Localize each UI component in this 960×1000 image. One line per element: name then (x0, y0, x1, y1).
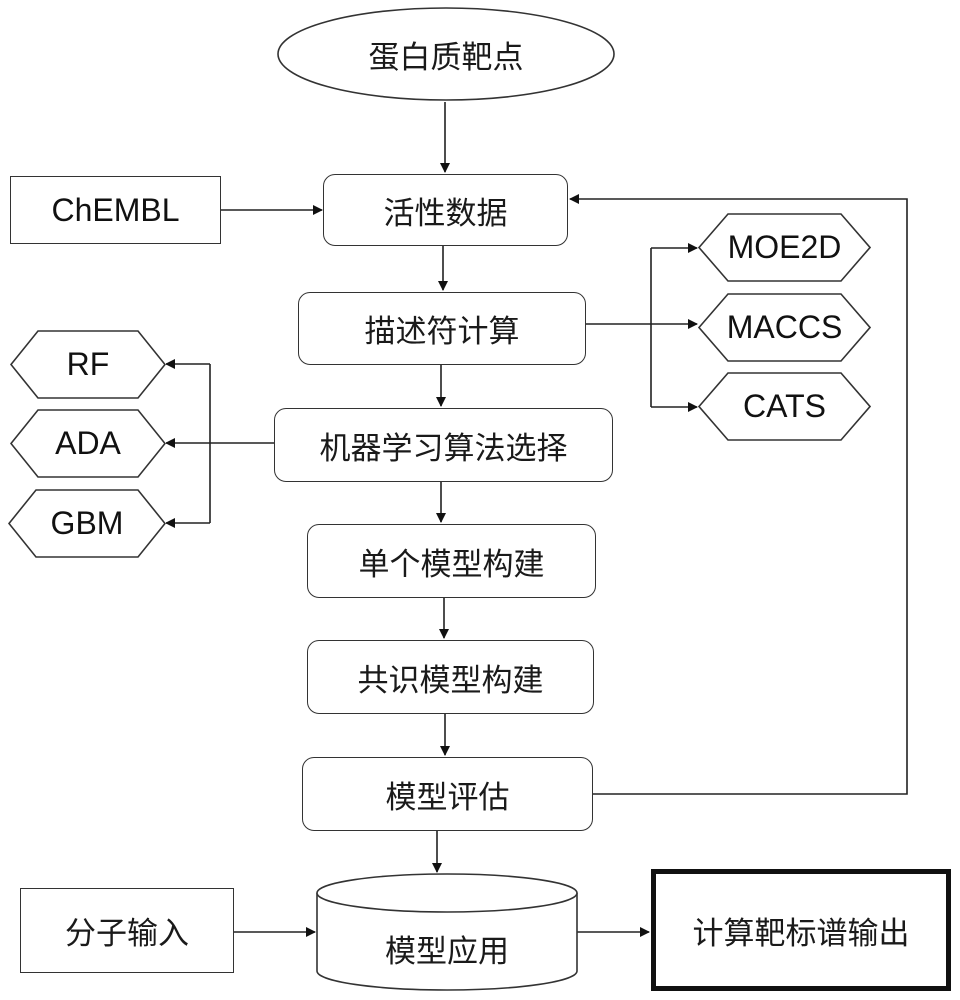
chembl-label: ChEMBL (51, 191, 180, 228)
descriptor-label: MOE2D (727, 229, 842, 265)
descriptor-maccs: MACCS (698, 293, 871, 362)
descriptor-calc-box: 描述符计算 (298, 292, 586, 365)
molecule-input-box: 分子输入 (20, 888, 234, 973)
model-application-cylinder: 模型应用 (316, 873, 578, 991)
descriptor-label: CATS (743, 388, 826, 424)
algorithm-label: RF (66, 346, 110, 382)
algorithm-rf: RF (10, 330, 166, 399)
model-application-label: 模型应用 (385, 933, 509, 970)
target-profile-output-box: 计算靶标谱输出 (651, 869, 951, 991)
algorithm-gbm: GBM (8, 489, 166, 558)
start-node-protein-target: 蛋白质靶点 (276, 6, 616, 102)
consensus-model-build-box: 共识模型构建 (307, 640, 594, 714)
start-node-label: 蛋白质靶点 (368, 39, 524, 76)
feedback-eval-to-activity (569, 194, 908, 795)
descriptor-label: MACCS (726, 309, 843, 345)
descriptor-cats: CATS (698, 372, 871, 441)
single-model-build-label: 单个模型构建 (358, 546, 545, 583)
molecule-input-label: 分子输入 (65, 916, 189, 952)
descriptor-calc-label: 描述符计算 (364, 314, 520, 350)
ml-algorithm-selection-box: 机器学习算法选择 (274, 408, 613, 482)
target-profile-output-label: 计算靶标谱输出 (692, 915, 910, 952)
consensus-model-build-label: 共识模型构建 (357, 662, 544, 699)
chembl-source-box: ChEMBL (10, 176, 221, 244)
activity-data-box: 活性数据 (323, 174, 568, 246)
model-evaluation-box: 模型评估 (302, 757, 593, 831)
algorithm-ada: ADA (10, 409, 166, 478)
single-model-build-box: 单个模型构建 (307, 524, 596, 598)
algorithm-label: ADA (55, 425, 121, 461)
algorithm-label: GBM (50, 505, 124, 541)
activity-data-label: 活性数据 (383, 195, 508, 232)
model-evaluation-label: 模型评估 (385, 779, 510, 816)
ml-algorithm-selection-label: 机器学习算法选择 (319, 430, 568, 467)
descriptor-moe2d: MOE2D (698, 213, 871, 282)
